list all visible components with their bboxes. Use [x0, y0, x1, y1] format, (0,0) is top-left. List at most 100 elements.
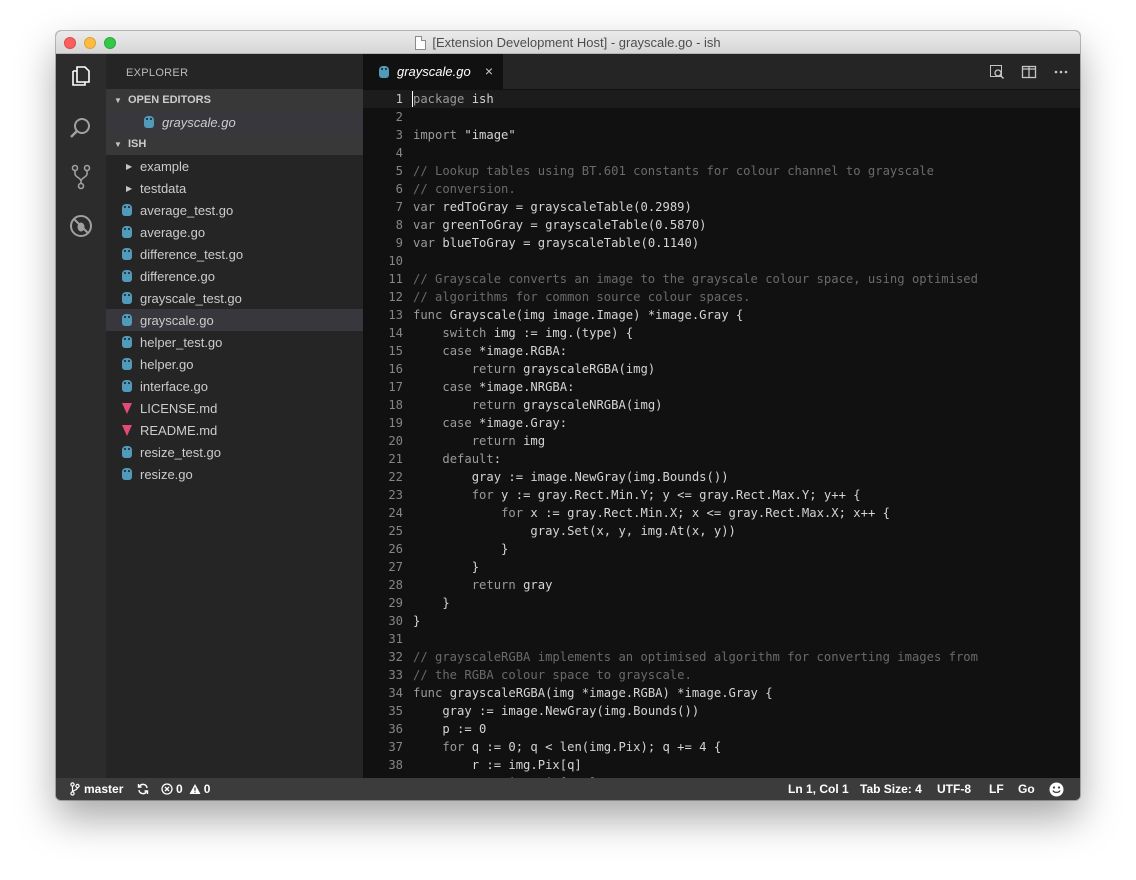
tree-file[interactable]: grayscale_test.go	[106, 287, 363, 309]
line-number: 24	[388, 506, 403, 520]
code-token: (img)	[625, 398, 663, 412]
code-token: case	[442, 380, 472, 394]
debug-icon[interactable]	[56, 204, 106, 248]
code-token: import	[413, 128, 458, 142]
line-number: 1	[395, 92, 403, 106]
line-number: 5	[395, 164, 403, 178]
line-number: 37	[388, 740, 403, 754]
code-text: switch img := img.(type) {	[413, 324, 633, 342]
file-label: LICENSE.md	[140, 400, 218, 416]
line-number: 9	[395, 236, 403, 250]
tree-file[interactable]: README.md	[106, 419, 363, 441]
open-editor-item[interactable]: grayscale.go	[106, 111, 363, 133]
tree-file[interactable]: LICENSE.md	[106, 397, 363, 419]
code-line: 20 return img	[363, 432, 1080, 450]
tree-folder[interactable]: ▶ example	[106, 155, 363, 177]
line-number: 12	[388, 290, 403, 304]
tab-size[interactable]: Tab Size: 4	[860, 778, 922, 800]
line-number: 20	[388, 434, 403, 448]
code-token: "image"	[464, 128, 516, 142]
tree-file[interactable]: helper_test.go	[106, 331, 363, 353]
line-number: 35	[388, 704, 403, 718]
project-label: ISH	[128, 138, 147, 150]
branch-indicator[interactable]: master	[70, 778, 123, 800]
code-token: *image.RGBA:	[471, 344, 568, 358]
file-label: grayscale_test.go	[140, 290, 242, 306]
title-bar: [Extension Development Host] - grayscale…	[56, 31, 1080, 54]
code-line: 12 // algorithms for common source colour…	[363, 288, 1080, 306]
code-token: // algorithms for common source colour s…	[413, 290, 751, 304]
source-control-icon[interactable]	[56, 155, 106, 199]
tree-file[interactable]: resize.go	[106, 463, 363, 485]
code-line: 31	[363, 630, 1080, 648]
code-token: *image.NRGBA:	[471, 380, 575, 394]
markdown-file-icon	[122, 402, 132, 414]
code-token: return	[471, 362, 516, 376]
tree-folder[interactable]: ▶ testdata	[106, 177, 363, 199]
code-token: return	[471, 578, 516, 592]
more-actions-icon[interactable]	[1052, 63, 1070, 81]
code-token: (0.1140)	[640, 236, 700, 250]
code-token: ())	[677, 704, 700, 718]
folder-label: testdata	[140, 180, 187, 196]
line-number: 13	[388, 308, 403, 322]
problems-indicator[interactable]: 0 0	[161, 778, 210, 800]
code-line: 9 var blueToGray = grayscaleTable(0.1140)	[363, 234, 1080, 252]
encoding[interactable]: UTF-8	[937, 778, 971, 800]
tree-file[interactable]: average.go	[106, 221, 363, 243]
split-editor-icon[interactable]	[1020, 63, 1038, 81]
code-token: blueToGray =	[435, 236, 538, 250]
tree-file[interactable]: difference.go	[106, 265, 363, 287]
line-number: 8	[395, 218, 403, 232]
tab-grayscale-go[interactable]: grayscale.go ×	[363, 54, 503, 89]
line-number: 28	[388, 578, 403, 592]
close-icon[interactable]: ×	[485, 63, 493, 79]
sync-icon[interactable]	[137, 778, 149, 800]
code-token: NewGray	[574, 470, 626, 484]
code-text: return img	[413, 432, 545, 450]
end-of-line[interactable]: LF	[989, 778, 1004, 800]
line-number: 19	[388, 416, 403, 430]
code-token: Bounds	[662, 470, 707, 484]
code-line: 27 }	[363, 558, 1080, 576]
code-token: Set	[567, 524, 590, 538]
go-file-icon	[122, 292, 132, 304]
code-editor[interactable]: 1 package ish 2 3 import "image" 4 5// Lookup …	[363, 89, 1080, 778]
code-token: grayscaleTable	[545, 218, 648, 232]
tree-file[interactable]: average_test.go	[106, 199, 363, 221]
git-branch-icon	[70, 782, 80, 796]
code-text: default:	[413, 450, 501, 468]
code-line: 21 default:	[363, 450, 1080, 468]
error-count: 0	[176, 782, 183, 796]
go-file-icon	[122, 226, 132, 238]
search-icon[interactable]	[56, 106, 106, 150]
code-text: var blueToGray = grayscaleTable(0.1140)	[413, 234, 699, 252]
open-changes-icon[interactable]	[988, 63, 1006, 81]
feedback-smiley-icon[interactable]	[1049, 778, 1064, 800]
project-header[interactable]: ▼ ISH	[106, 133, 363, 155]
tree-file[interactable]: interface.go	[106, 375, 363, 397]
tree-file[interactable]: helper.go	[106, 353, 363, 375]
tree-file[interactable]: difference_test.go	[106, 243, 363, 265]
code-token: gray.	[413, 524, 568, 538]
line-number: 27	[388, 560, 403, 574]
code-token: // grayscaleRGBA implements an optimised…	[413, 650, 978, 664]
code-text: // the RGBA colour space to grayscale.	[413, 666, 692, 684]
code-line: 17 case *image.NRGBA:	[363, 378, 1080, 396]
chevron-right-icon: ▶	[126, 183, 133, 193]
language-mode[interactable]: Go	[1018, 778, 1035, 800]
open-editors-header[interactable]: ▼ OPEN EDITORS	[106, 89, 363, 111]
line-number: 31	[388, 632, 403, 646]
tree-file[interactable]: resize_test.go	[106, 441, 363, 463]
cursor-position[interactable]: Ln 1, Col 1	[788, 778, 849, 800]
line-number: 36	[388, 722, 403, 736]
tree-file[interactable]: grayscale.go	[106, 309, 363, 331]
code-token: y := gray.Rect.Min.Y; y <= gray.Rect.Max…	[493, 488, 861, 502]
line-number: 23	[388, 488, 403, 502]
explorer-icon[interactable]	[56, 54, 106, 98]
code-token: gray := image.	[413, 704, 546, 718]
code-line: 37 for q := 0; q < len(img.Pix); q += 4 …	[363, 738, 1080, 756]
code-token: img := img.(type) {	[486, 326, 634, 340]
